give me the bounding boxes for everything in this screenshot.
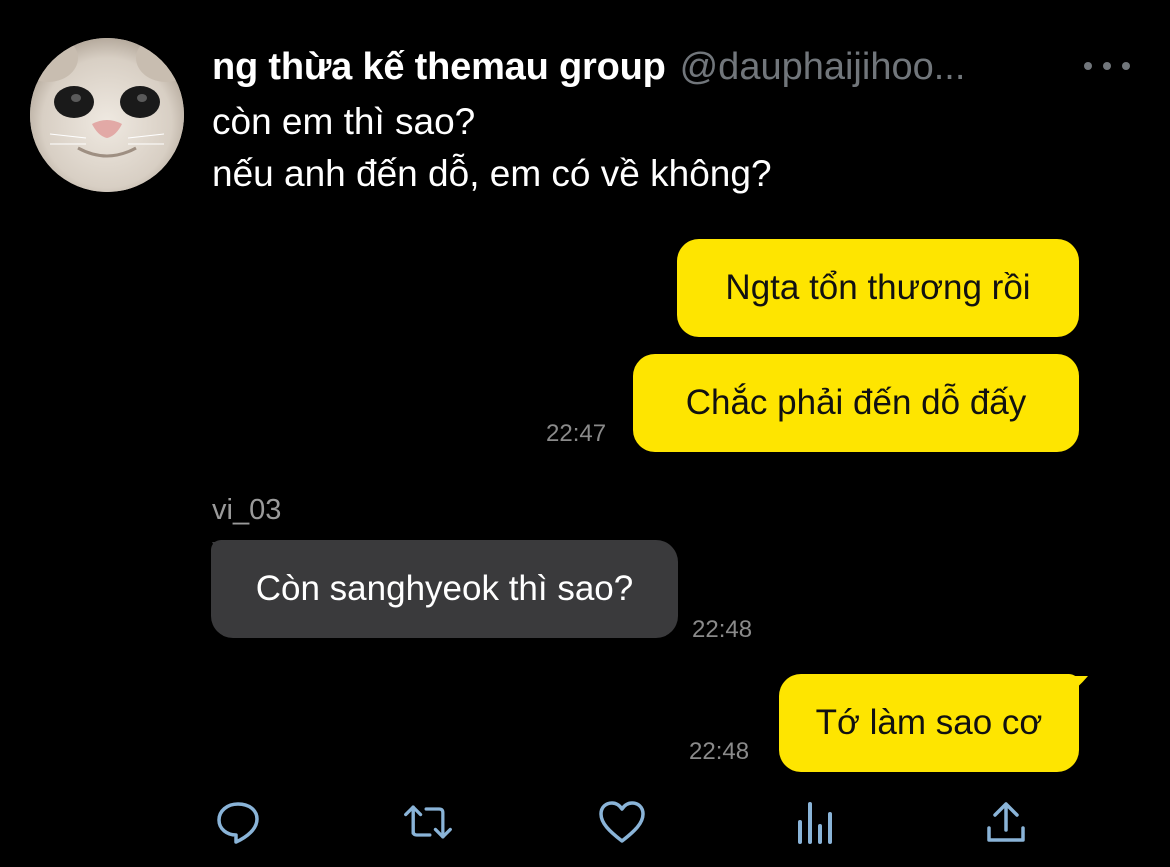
views-button[interactable] xyxy=(788,796,840,848)
tweet-text: còn em thì sao? nếu anh đến dỗ, em có về… xyxy=(212,96,772,200)
retweet-button[interactable] xyxy=(402,796,454,848)
message-text: Còn sanghyeok thì sao? xyxy=(255,569,634,608)
retweet-icon xyxy=(404,805,452,839)
tweet-text-line: còn em thì sao? xyxy=(212,101,476,142)
display-name[interactable]: ng thừa kế themau group xyxy=(212,46,666,89)
message-timestamp: 22:48 xyxy=(692,616,753,643)
tweet-header: ng thừa kế themau group @dauphaijihoo... xyxy=(212,42,965,92)
share-button[interactable] xyxy=(980,796,1032,848)
sender-name: vi_03 xyxy=(212,494,282,526)
cat-avatar-image xyxy=(30,38,184,192)
message-timestamp: 22:47 xyxy=(546,420,607,447)
tweet-text-line: nếu anh đến dỗ, em có về không? xyxy=(212,153,772,194)
reply-button[interactable] xyxy=(212,796,264,848)
more-horizontal-icon[interactable] xyxy=(1084,58,1130,74)
share-icon xyxy=(987,802,1025,842)
message-text: Tớ làm sao cơ xyxy=(815,703,1043,742)
user-handle[interactable]: @dauphaijihoo... xyxy=(680,46,966,89)
message-timestamp: 22:48 xyxy=(689,738,750,765)
message-text: Ngta tổn thương rồi xyxy=(725,268,1031,307)
message-text: Chắc phải đến dỗ đấy xyxy=(685,383,1027,422)
outgoing-message-bubble: Tớ làm sao cơ xyxy=(779,674,1079,772)
outgoing-message-bubble: Ngta tổn thương rồi xyxy=(677,239,1079,337)
views-icon xyxy=(798,802,832,844)
outgoing-message-bubble: Chắc phải đến dỗ đấy xyxy=(633,354,1079,452)
like-button[interactable] xyxy=(596,796,648,848)
reply-icon xyxy=(217,802,259,844)
tweet-action-bar xyxy=(0,796,1170,848)
like-icon xyxy=(599,801,645,843)
avatar[interactable] xyxy=(30,38,184,192)
incoming-message-bubble: Còn sanghyeok thì sao? xyxy=(211,540,678,638)
